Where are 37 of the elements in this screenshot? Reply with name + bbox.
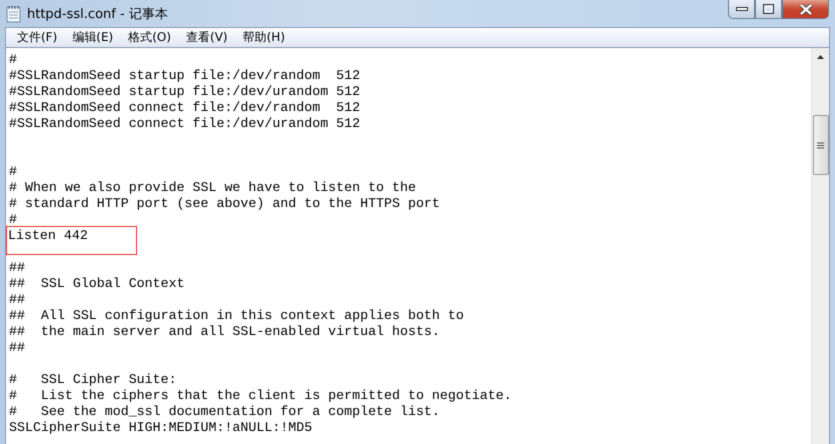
notepad-icon	[6, 4, 22, 22]
code-line: ##	[9, 292, 25, 308]
code-line: #	[9, 212, 17, 228]
code-line: # See the mod_ssl documentation for a complete list.	[9, 404, 440, 420]
code-line: #SSLRandomSeed connect file:/dev/urandom 512	[9, 116, 360, 132]
code-line: ##	[9, 340, 25, 356]
grip-icon	[817, 142, 824, 148]
window-title: httpd-ssl.conf - 记事本	[27, 6, 168, 22]
code-line: #	[9, 164, 17, 180]
code-line: # SSL Cipher Suite:	[9, 372, 177, 388]
scrollbar[interactable]	[811, 48, 829, 444]
code-line: #	[9, 52, 17, 68]
code-line: ## the main server and all SSL-enabled virtual hosts.	[9, 324, 440, 340]
close-button[interactable]	[782, 0, 829, 19]
menu-item[interactable]: 格式(O)	[121, 29, 180, 46]
scroll-up-icon	[817, 55, 824, 59]
minimize-button[interactable]	[728, 0, 755, 19]
menu-item[interactable]: 查看(V)	[179, 29, 236, 46]
menu-item[interactable]: 帮助(H)	[236, 29, 293, 46]
maximize-icon	[763, 4, 774, 14]
minimize-icon	[736, 7, 748, 11]
code-line: #SSLRandomSeed connect file:/dev/random 512	[9, 100, 360, 116]
menu-item[interactable]: 文件(F)	[10, 29, 66, 46]
code-line: # When we also provide SSL we have to listen to the	[9, 180, 416, 196]
scroll-thumb[interactable]	[812, 115, 828, 175]
code-line: #SSLRandomSeed startup file:/dev/urandom 512	[9, 84, 360, 100]
menu-item[interactable]: 编辑(E)	[65, 29, 122, 46]
code-line: ##	[9, 260, 25, 276]
maximize-button[interactable]	[755, 0, 782, 19]
code-line: Listen 442	[7, 227, 136, 254]
code-line: SSLCipherSuite HIGH:MEDIUM:!aNULL:!MD5	[9, 420, 312, 436]
code-line: ## SSL Global Context	[9, 276, 185, 292]
code-line: #SSLRandomSeed startup file:/dev/random 512	[9, 68, 360, 84]
code-line: # List the ciphers that the client is permitted to negotiate.	[9, 388, 512, 404]
close-icon	[798, 4, 812, 14]
code-line: # standard HTTP port (see above) and to the HTTPS port	[9, 196, 440, 212]
code-line: ## All SSL configuration in this context applies both to	[9, 308, 464, 324]
